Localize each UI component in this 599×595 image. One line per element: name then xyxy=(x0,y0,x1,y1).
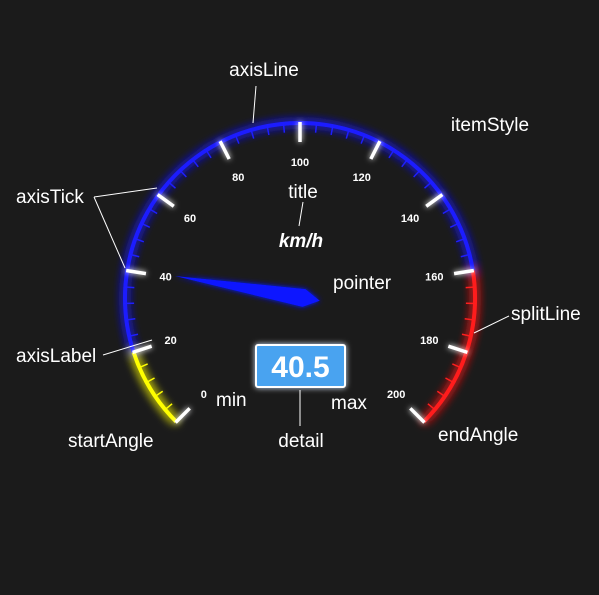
tick-label: 120 xyxy=(353,172,371,184)
axis-tick xyxy=(178,169,187,178)
unit-title: km/h xyxy=(279,231,323,252)
annotation-labels: axisLine itemStyle axisTick title pointe… xyxy=(16,60,581,452)
axis-tick xyxy=(314,122,318,133)
axis-line-segment-0 xyxy=(131,351,178,424)
tick-label: 100 xyxy=(291,157,309,169)
split-line xyxy=(125,268,147,276)
axis-tick xyxy=(465,286,476,289)
tick-label: 200 xyxy=(387,389,405,401)
split-line xyxy=(409,407,426,424)
label-title: title xyxy=(288,182,318,203)
label-itemstyle: itemStyle xyxy=(451,115,529,136)
label-axistick: axisTick xyxy=(16,187,84,208)
split-line xyxy=(156,193,175,208)
split-line xyxy=(132,344,153,355)
label-pointer: pointer xyxy=(333,273,392,294)
split-line xyxy=(447,344,468,355)
tick-label: 40 xyxy=(160,272,172,284)
axis-tick xyxy=(124,286,135,289)
label-startangle: startAngle xyxy=(68,431,154,452)
tick-label: 80 xyxy=(232,172,244,184)
tick-label: 0 xyxy=(201,389,207,401)
label-axisline: axisLine xyxy=(229,60,299,81)
axis-tick xyxy=(167,181,176,189)
split-line xyxy=(369,140,382,160)
tick-label: 140 xyxy=(401,213,419,225)
label-min: min xyxy=(216,390,247,411)
axis-tick xyxy=(413,169,422,178)
split-line xyxy=(453,268,475,276)
label-splitline: splitLine xyxy=(511,304,581,325)
detail-value: 40.5 xyxy=(271,351,329,384)
label-axislabel: axisLabel xyxy=(16,346,96,367)
label-detail: detail xyxy=(278,431,323,452)
axis-tick xyxy=(424,181,433,189)
label-endangle: endAngle xyxy=(438,425,518,446)
gauge-pointer xyxy=(174,275,320,307)
split-line xyxy=(425,193,444,208)
tick-label: 20 xyxy=(165,335,177,347)
split-line xyxy=(174,407,191,424)
axis-tick xyxy=(282,122,286,133)
tick-label: 160 xyxy=(425,272,443,284)
label-max: max xyxy=(331,393,367,414)
tick-label: 180 xyxy=(420,335,438,347)
split-line xyxy=(218,140,231,160)
tick-label: 60 xyxy=(184,213,196,225)
gauge-chart: 0 20 40 60 80 100 120 140 160 180 200 km/h 40.5 ax… xyxy=(16,60,581,452)
